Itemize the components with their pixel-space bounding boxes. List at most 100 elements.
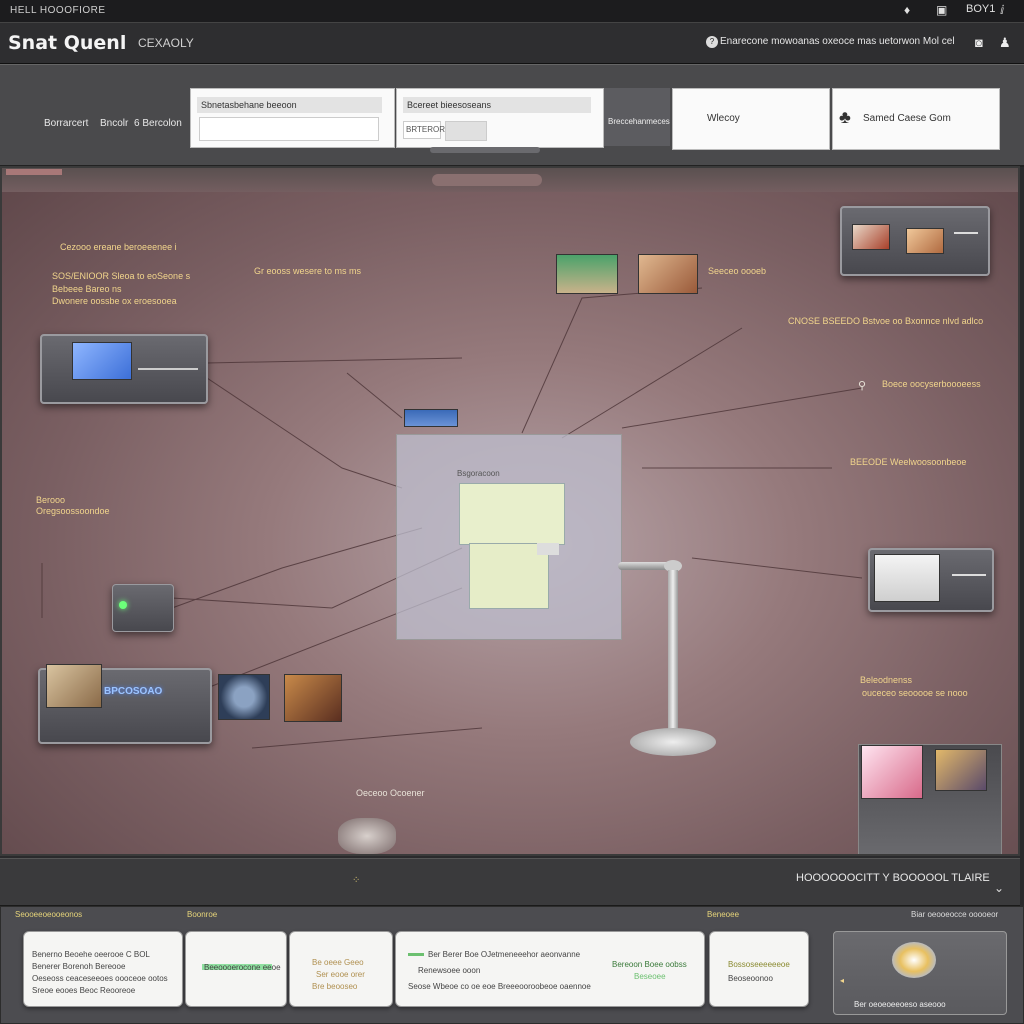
filter-caption: Bcereet bieesoseans xyxy=(403,97,591,113)
camera-icon[interactable]: ◙ xyxy=(975,35,983,50)
card-line: Benerno Beoehe oeerooe C BOL xyxy=(32,950,150,959)
toolbar-link-2[interactable]: Bncolr xyxy=(100,118,128,129)
app-subtitle: CEXAOLY xyxy=(138,36,194,50)
node-line xyxy=(138,368,198,370)
account-label: Samed Caese Gom xyxy=(863,113,951,124)
app-logo[interactable]: Snat Quenl xyxy=(8,32,126,54)
card-line: Sreoe eooes Beoc Reooreoe xyxy=(32,986,136,995)
search-box[interactable]: Wlecoy xyxy=(672,88,830,150)
star-icon: ◂ xyxy=(840,976,845,985)
status-dot-icon xyxy=(119,601,127,609)
account-icon: ♣ xyxy=(839,107,851,127)
node-line xyxy=(954,232,978,234)
photo-thumbnail[interactable] xyxy=(638,254,698,294)
canvas-label: Bebeee Bareo ns xyxy=(52,284,122,294)
diagram-canvas[interactable]: Cezooo ereane beroeeenee i SOS/ENIOOR Sl… xyxy=(0,166,1020,856)
toolbar-link-3[interactable]: 6 Bercolon xyxy=(134,118,182,129)
canvas-label: Seeceo oooeb xyxy=(708,266,767,276)
card-line: Ber Berer Boe OJetmeneeehor aeonvanne xyxy=(428,950,581,959)
canvas-label: CNOSE BSEEDO Bstvoe oo Bxonnce nlvd adlc… xyxy=(788,316,984,326)
landscape-thumbnail[interactable] xyxy=(556,254,618,294)
details-card[interactable]: Ber Berer Boe OJetmeneeehor aeonvanne Re… xyxy=(395,931,705,1007)
canvas-label: SOS/ENIOOR Sleoa to eoSeone s xyxy=(52,271,191,281)
document-tag xyxy=(537,543,559,555)
pen-thumbnail[interactable] xyxy=(338,818,396,854)
badge-thumbnail[interactable] xyxy=(284,674,342,722)
search-label: Wlecoy xyxy=(707,113,740,124)
stand-base xyxy=(630,728,716,756)
bell-icon[interactable]: ♦ xyxy=(904,3,910,17)
food-preview-card[interactable]: ◂ Ber oeoeoeeoeso aseooo xyxy=(833,931,1007,1015)
canvas-label: Beleodnenss xyxy=(860,675,913,685)
info-card[interactable]: Benerno Beoehe oeerooe C BOL Benerer Bor… xyxy=(23,931,183,1007)
bottom-panel: Seooeeoeooeonos Boonroe Beneoee Biar oeo… xyxy=(0,906,1024,1024)
canvas-label: Oeceoo Ocoener xyxy=(356,788,425,798)
center-caption: Bsgoracoon xyxy=(457,469,500,478)
card-line: Beseoee xyxy=(634,972,666,981)
card-line: Beoseoonoo xyxy=(728,974,773,983)
gallery-node[interactable] xyxy=(858,744,1002,854)
bottom-header: Boonroe xyxy=(187,910,218,919)
media-node-label: BPCOSOAO xyxy=(104,686,163,697)
toolbar-handle[interactable] xyxy=(430,147,540,153)
properties-input[interactable] xyxy=(199,117,379,141)
output-thumb-1 xyxy=(852,224,890,250)
properties-panel: Sbnetasbehane beeoon xyxy=(190,88,395,148)
canvas-label: BEEODE Weelwoosoonbeoe xyxy=(850,457,967,467)
strip-status-text: HOOOOOOCITT Y BOOOOOL TLAIRE xyxy=(796,872,990,884)
media-node[interactable]: BPCOSOAO xyxy=(38,664,212,744)
toolbar-link-1[interactable]: Borrarcert xyxy=(44,118,88,129)
user-icon[interactable]: ♟ xyxy=(999,35,1011,51)
app-header: Snat Quenl CEXAOLY ? Enarecone mowoanas … xyxy=(0,23,1024,65)
card-line: Bereoon Boee oobss xyxy=(612,960,687,969)
toolbar-divider-tab[interactable]: Breccehanmeces xyxy=(604,88,670,146)
card-line: Bre beooseo xyxy=(312,982,358,991)
gallery-thumb-1 xyxy=(861,745,923,799)
canvas-label: Dwonere oossbe ox eroesooea xyxy=(52,296,177,306)
output-node[interactable] xyxy=(840,206,990,276)
canvas-label: Oregsoossoondoe xyxy=(36,506,110,516)
card-line: Seose Wbeoe co oe eoe Breeeooroobeoe oae… xyxy=(408,982,591,991)
link-icon: ⚲ xyxy=(858,380,867,392)
chevron-down-icon[interactable]: ⌄ xyxy=(994,881,1004,895)
canvas-label: ouceceo seooooe se nooo xyxy=(862,688,968,698)
card-line: Benerer Borenoh Bereooe xyxy=(32,962,126,971)
card-line: Renewsoee ooon xyxy=(418,966,481,975)
output-thumb-2 xyxy=(906,228,944,254)
account-button[interactable]: ♣ Samed Caese Gom xyxy=(832,88,1000,150)
canvas-label: Berooo xyxy=(36,495,66,505)
bottom-header: Biar oeooeocce ooooeor xyxy=(911,910,999,919)
preview-node[interactable] xyxy=(868,548,994,612)
status-strip: ⁘ HOOOOOOCITT Y BOOOOOL TLAIRE ⌄ xyxy=(0,858,1020,907)
note-card[interactable]: Be oeee Geeo Ser eooe orer Bre beooseo xyxy=(289,931,393,1007)
card-line: Be oeee Geeo xyxy=(312,958,364,967)
node-line xyxy=(952,574,986,576)
source-node[interactable] xyxy=(40,334,208,404)
help-icon[interactable]: ? xyxy=(706,36,718,48)
gallery-thumb-2 xyxy=(935,749,987,791)
strip-marker-icon: ⁘ xyxy=(352,875,361,886)
stand-pole xyxy=(668,570,678,732)
filter-field-2[interactable] xyxy=(445,121,487,141)
info-icon[interactable]: ⅈ xyxy=(1000,3,1004,17)
properties-caption: Sbnetasbehane beeoon xyxy=(197,97,382,113)
system-top-bar: HELL HOOOFIORE ♦ ▣ BOY1 ⅈ xyxy=(0,0,1024,23)
globe-thumbnail[interactable] xyxy=(218,674,270,720)
card-line: Oeseoss ceaceseeoes oooceoe ootos xyxy=(32,974,168,983)
header-status-text: Enarecone mowoanas oxeoce mas uetorwon M… xyxy=(720,36,955,47)
topbar-title: HELL HOOOFIORE xyxy=(10,5,106,16)
battery-status: BOY1 xyxy=(966,3,996,15)
divider-label: Breccehanmeces xyxy=(608,117,670,126)
bottom-header: Seooeeoeooeonos xyxy=(15,910,83,919)
status-card[interactable]: Beeoooerocone eeoe xyxy=(185,931,287,1007)
window-icon[interactable]: ▣ xyxy=(936,3,947,17)
card-line: Ber oeoeoeeoeso aseooo xyxy=(854,1000,946,1009)
summary-card[interactable]: Bossoseeeeeeoe Beoseoonoo xyxy=(709,931,809,1007)
center-document[interactable]: Bsgoracoon xyxy=(396,434,622,640)
filter-panel: Bcereet bieesoseans BRTEROR xyxy=(396,88,604,148)
filter-field-1[interactable]: BRTEROR xyxy=(403,121,445,139)
node-preview xyxy=(72,342,132,380)
device-node[interactable] xyxy=(112,584,174,632)
center-badge[interactable] xyxy=(404,409,458,427)
canvas-label: Gr eooss wesere to ms ms xyxy=(254,266,362,276)
